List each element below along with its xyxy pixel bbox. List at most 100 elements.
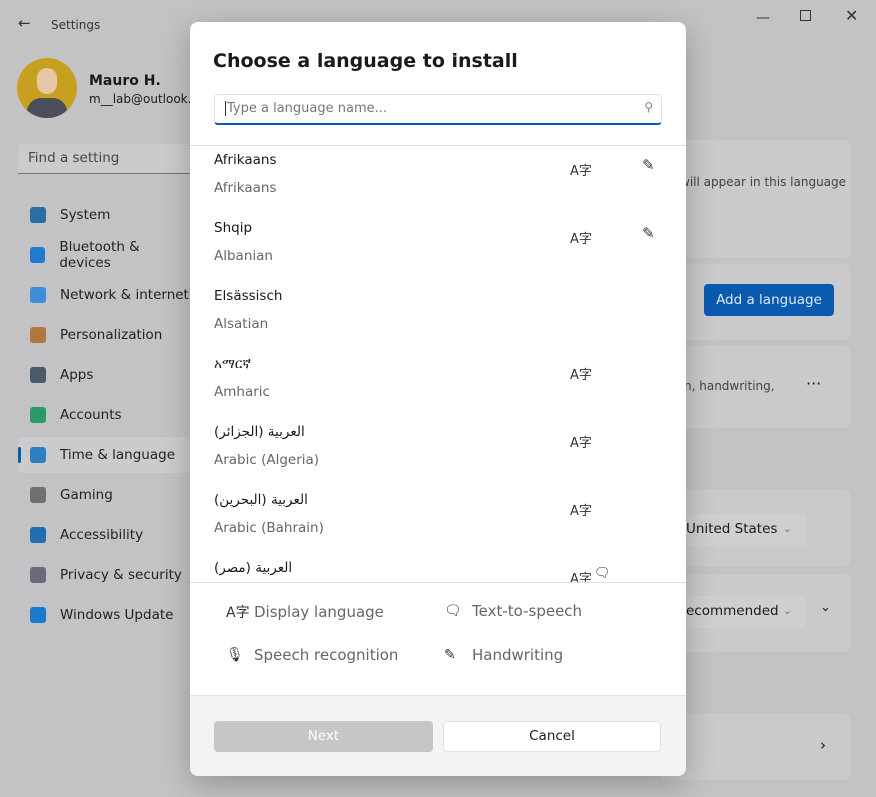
language-list-item[interactable]: العربية (الجزائر) Arabic (Algeria) A字 [190, 418, 686, 486]
sidebar-item-label: Windows Update [60, 607, 174, 623]
language-english-name: Arabic (Algeria) [214, 452, 320, 468]
sidebar-item-label: Bluetooth & devices [59, 239, 140, 271]
legend-label: Handwriting [472, 646, 564, 664]
language-english-name: Arabic (Bahrain) [214, 520, 324, 536]
shield-icon [30, 567, 46, 583]
divider [190, 582, 686, 583]
user-email: m__lab@outlook.com [89, 92, 190, 106]
language-native-name: العربية (الجزائر) [214, 424, 305, 440]
display-language-icon: A字 [570, 504, 592, 519]
globe-clock-icon [30, 447, 46, 463]
accessibility-icon [30, 527, 46, 543]
back-arrow-icon[interactable]: ← [18, 14, 31, 32]
sidebar-item-time-language[interactable]: Time & language [18, 437, 190, 473]
related-card[interactable]: › [660, 714, 850, 780]
sidebar-item-label: Apps [60, 367, 94, 383]
language-list-item[interactable]: Afrikaans Afrikaans A字 ✎ [190, 146, 686, 214]
language-list-item[interactable]: አማርኛ Amharic A字 [190, 350, 686, 418]
chevron-down-icon: ⌄ [782, 604, 792, 617]
language-english-name: Alsatian [214, 316, 269, 332]
sidebar-item-gaming[interactable]: Gaming [18, 477, 190, 513]
language-native-name: Elsässisch [214, 288, 283, 304]
region-value: United States [686, 521, 778, 537]
avatar [17, 58, 77, 118]
display-language-icon: A字 [570, 436, 592, 451]
sidebar-item-label: Time & language [60, 447, 176, 463]
expand-chevron-icon[interactable]: ⌄ [820, 600, 831, 615]
language-features-hint: n, handwriting, [684, 379, 775, 393]
system-icon [30, 207, 46, 223]
sidebar-item-label: Accounts [60, 407, 122, 423]
sidebar-item-windows-update[interactable]: Windows Update [18, 597, 190, 633]
sidebar-item-bluetooth-devices[interactable]: Bluetooth & devices [18, 237, 190, 273]
sidebar-item-accounts[interactable]: Accounts [18, 397, 190, 433]
language-english-name: Albanian [214, 248, 273, 264]
cancel-button[interactable]: Cancel [443, 721, 661, 752]
display-language-icon: A字 [570, 368, 592, 383]
active-indicator [18, 447, 21, 463]
language-list-item[interactable]: العربية (مصر) A字 🗨 [190, 554, 686, 582]
language-native-name: العربية (البحرين) [214, 492, 308, 508]
region-card: United States ⌄ [660, 490, 850, 566]
more-options-icon[interactable]: ··· [806, 374, 821, 393]
sidebar-item-label: System [60, 207, 111, 223]
format-value: ecommended [686, 603, 779, 619]
display-language-icon: A字 [570, 572, 592, 582]
minimize-button[interactable]: — [756, 10, 770, 26]
add-language-button[interactable]: Add a language [704, 284, 834, 316]
display-language-icon: A字 [226, 605, 250, 621]
language-native-name: العربية (مصر) [214, 560, 293, 576]
sidebar-item-label: Gaming [60, 487, 113, 503]
language-list[interactable]: Afrikaans Afrikaans A字 ✎ Shqip Albanian A字 ✎ Els… [190, 146, 686, 582]
sidebar-item-label: Accessibility [60, 527, 144, 543]
sidebar-item-apps[interactable]: Apps [18, 357, 190, 393]
language-native-name: አማርኛ [214, 356, 251, 372]
language-search-input[interactable]: Type a language name... ⚲ [214, 94, 662, 125]
sidebar-item-accessibility[interactable]: Accessibility [18, 517, 190, 553]
language-native-name: Afrikaans [214, 152, 277, 168]
sidebar-item-label: Privacy & security [60, 567, 182, 583]
display-language-icon: A字 [570, 164, 592, 179]
language-list-item[interactable]: Shqip Albanian A字 ✎ [190, 214, 686, 282]
gamepad-icon [30, 487, 46, 503]
legend-display-language: A字 Display language [226, 602, 384, 622]
legend-tts: 🗨 Text-to-speech [444, 602, 582, 620]
language-list-item[interactable]: Elsässisch Alsatian [190, 282, 686, 350]
window-title: Settings [51, 18, 101, 32]
handwriting-icon: ✎ [642, 156, 655, 174]
legend-handwriting: ✎ Handwriting [444, 646, 563, 664]
language-item-card: n, handwriting, ··· [660, 346, 850, 428]
legend-label: Text-to-speech [472, 602, 583, 620]
handwriting-icon: ✎ [444, 647, 456, 663]
handwriting-icon: ✎ [642, 224, 655, 242]
legend-label: Speech recognition [254, 646, 399, 664]
find-setting-placeholder: Find a setting [28, 150, 120, 166]
microphone-icon: 🎙 [226, 647, 244, 663]
sidebar-item-personalization[interactable]: Personalization [18, 317, 190, 353]
language-native-name: Shqip [214, 220, 253, 236]
display-language-card: will appear in this language [660, 140, 850, 258]
legend-label: Display language [254, 603, 384, 621]
search-icon: ⚲ [644, 100, 653, 114]
apps-icon [30, 367, 46, 383]
sidebar-item-label: Personalization [60, 327, 163, 343]
sidebar-item-network-internet[interactable]: Network & internet [18, 277, 190, 313]
accounts-icon [30, 407, 46, 423]
find-setting-input[interactable]: Find a setting [18, 144, 190, 174]
chevron-down-icon: ⌄ [782, 522, 792, 535]
maximize-button[interactable] [800, 10, 811, 21]
chevron-right-icon: › [820, 736, 826, 754]
display-language-hint: will appear in this language [680, 175, 847, 189]
sidebar-item-system[interactable]: System [18, 197, 190, 233]
close-button[interactable]: ✕ [845, 6, 858, 25]
wifi-icon [30, 287, 46, 303]
sidebar-item-privacy-security[interactable]: Privacy & security [18, 557, 190, 593]
choose-language-dialog: Choose a language to install Type a lang… [190, 22, 686, 776]
next-button[interactable]: Next [214, 721, 433, 752]
language-english-name: Amharic [214, 384, 270, 400]
dialog-footer: Next Cancel [190, 695, 686, 776]
dialog-title: Choose a language to install [213, 50, 518, 72]
user-name: Mauro H. [89, 73, 161, 89]
language-list-item[interactable]: العربية (البحرين) Arabic (Bahrain) A字 [190, 486, 686, 554]
bluetooth-icon [30, 247, 46, 263]
